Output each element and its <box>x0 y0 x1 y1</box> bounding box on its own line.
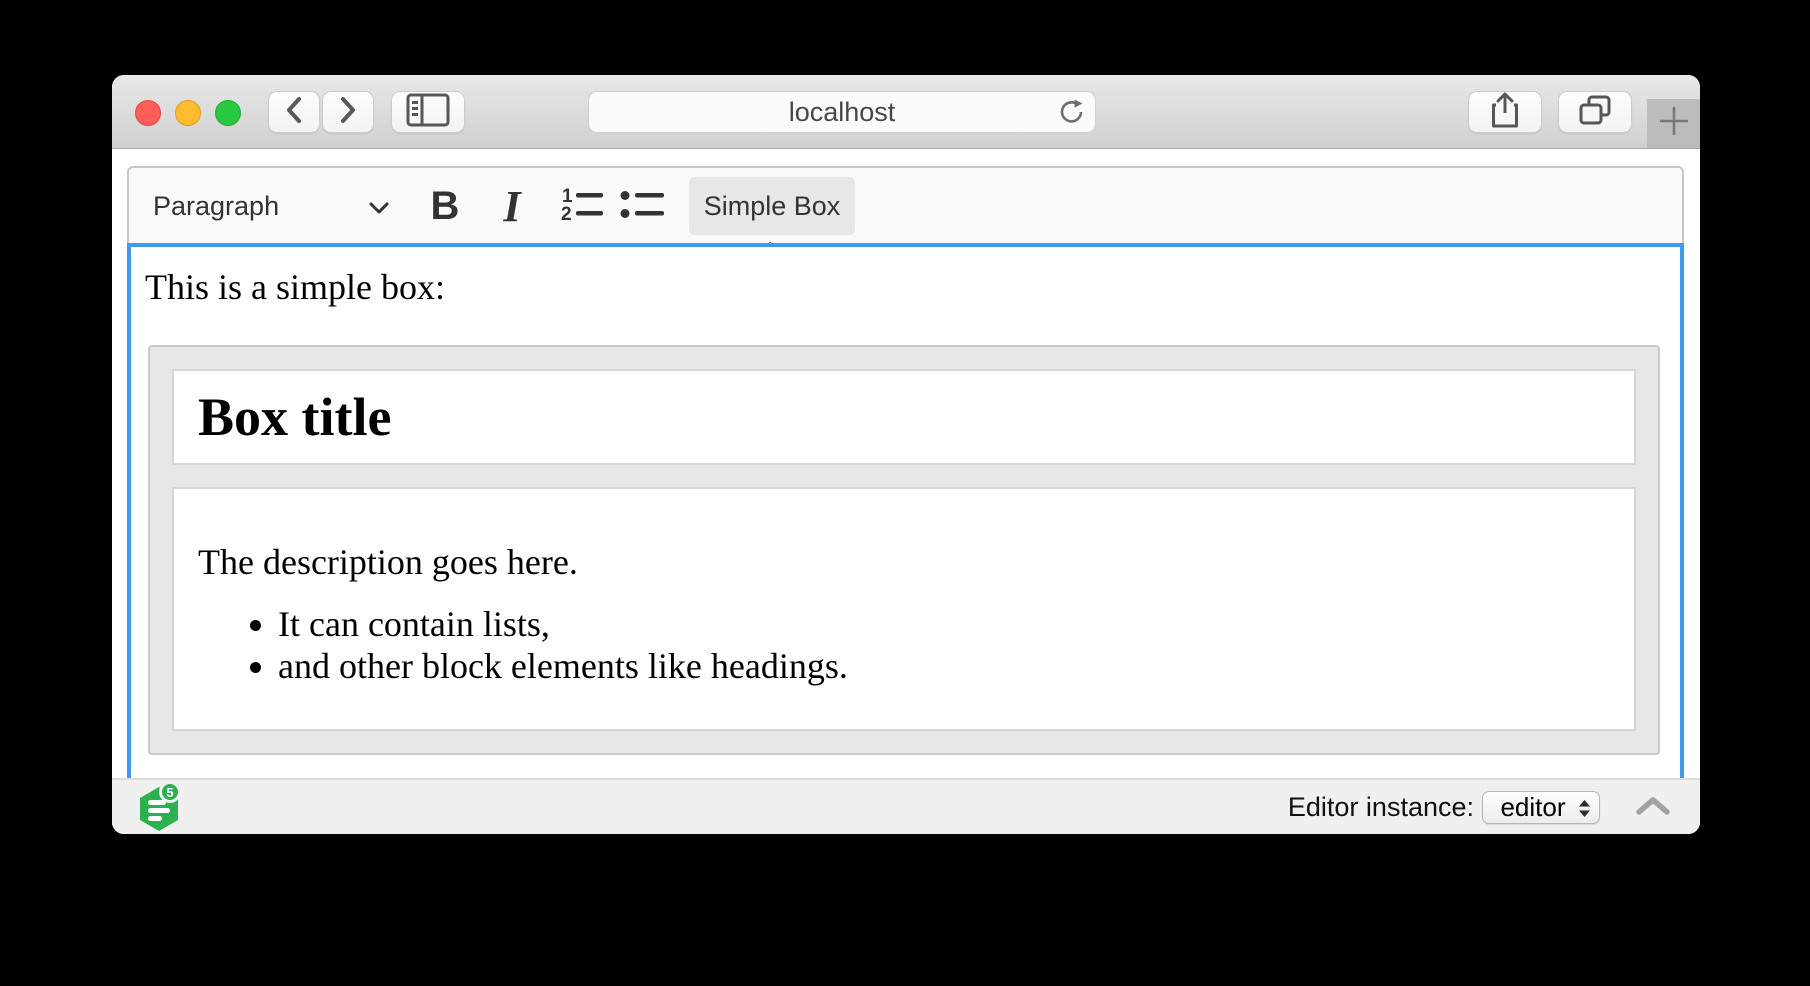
tabs-icon <box>1578 94 1612 131</box>
editor-instance-label: Editor instance: <box>1288 792 1474 823</box>
box-list: It can contain lists, and other block el… <box>198 605 1610 685</box>
new-tab-button[interactable] <box>1647 99 1700 148</box>
simple-box-button-label: Simple Box <box>704 191 841 222</box>
browser-viewport: Paragraph B I 1 2 <box>112 149 1700 834</box>
svg-text:2: 2 <box>561 204 572 223</box>
select-arrows-icon <box>1578 799 1591 823</box>
bulleted-list-button[interactable] <box>617 177 667 235</box>
inspector-controls: Editor instance: editor <box>1288 780 1676 834</box>
logo-line <box>148 816 162 821</box>
editor-instance-value: editor <box>1500 792 1565 823</box>
tab-overview-button[interactable] <box>1558 91 1632 133</box>
inspector-badge: 5 <box>159 781 181 803</box>
chevron-up-icon <box>1636 797 1670 818</box>
editor-content[interactable]: This is a simple box: Box title The desc… <box>127 243 1684 778</box>
bulleted-list-icon <box>618 185 666 228</box>
expand-inspector-button[interactable] <box>1630 796 1676 819</box>
browser-titlebar: localhost <box>112 75 1700 149</box>
address-bar[interactable]: localhost <box>588 91 1096 133</box>
logo-line <box>148 808 170 813</box>
chevron-left-icon <box>286 96 302 129</box>
simple-box-title[interactable]: Box title <box>172 369 1636 465</box>
simple-box-widget[interactable]: Box title The description goes here. It … <box>148 345 1660 755</box>
simple-box-button[interactable]: Simple Box <box>689 177 855 235</box>
reload-button[interactable] <box>1055 97 1087 129</box>
editor-instance-select[interactable]: editor <box>1482 791 1600 824</box>
box-description-text: The description goes here. <box>198 539 1610 585</box>
chevron-right-icon <box>340 96 356 129</box>
bold-button[interactable]: B <box>422 177 468 235</box>
heading-dropdown-label: Paragraph <box>153 191 279 222</box>
share-button[interactable] <box>1468 91 1542 133</box>
traffic-light-close[interactable] <box>135 100 161 126</box>
numbered-list-button[interactable]: 1 2 <box>557 177 607 235</box>
italic-button[interactable]: I <box>489 177 535 235</box>
plus-icon <box>1658 105 1690 142</box>
address-text: localhost <box>789 97 896 128</box>
sidebar-toggle-button[interactable] <box>391 91 465 133</box>
editor-toolbar: Paragraph B I 1 2 <box>127 166 1684 243</box>
back-button[interactable] <box>268 91 320 133</box>
heading-dropdown[interactable]: Paragraph <box>137 177 399 235</box>
forward-button[interactable] <box>322 91 374 133</box>
bold-icon: B <box>431 184 460 229</box>
share-icon <box>1490 91 1520 134</box>
numbered-list-icon: 1 2 <box>559 185 605 228</box>
simple-box-description[interactable]: The description goes here. It can contai… <box>172 487 1636 731</box>
intro-paragraph: This is a simple box: <box>145 263 1666 311</box>
safari-window: localhost <box>112 75 1700 834</box>
box-list-item: It can contain lists, <box>278 605 1610 643</box>
chevron-down-icon <box>369 201 389 219</box>
desktop-background: localhost <box>0 0 1810 986</box>
box-list-item: and other block elements like headings. <box>278 647 1610 685</box>
traffic-light-zoom[interactable] <box>215 100 241 126</box>
traffic-light-minimize[interactable] <box>175 100 201 126</box>
inspector-bar: 5 Editor instance: editor <box>112 778 1700 834</box>
reload-icon <box>1057 98 1085 129</box>
box-title-text: Box title <box>198 386 391 448</box>
sidebar-icon <box>406 93 450 132</box>
italic-icon: I <box>503 181 520 232</box>
